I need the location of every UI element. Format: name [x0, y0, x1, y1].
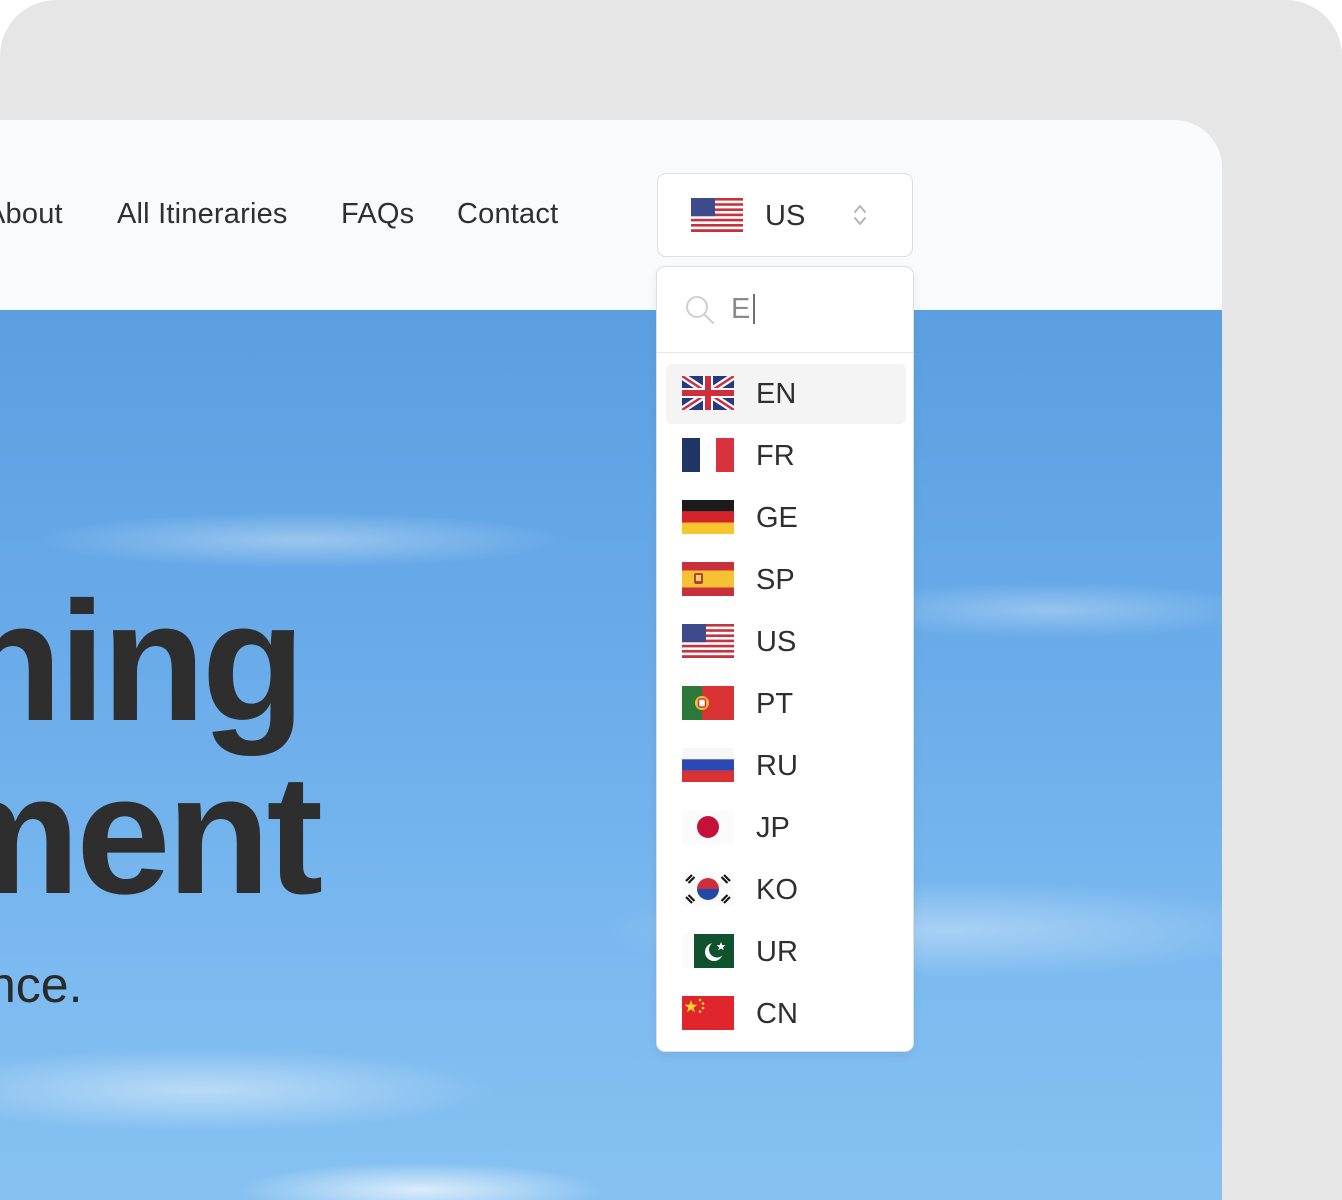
us-flag-icon — [682, 624, 734, 658]
nav-link-all-itineraries[interactable]: All Itineraries — [117, 198, 288, 231]
locale-option-label: FR — [756, 440, 795, 472]
nav-link-contact[interactable]: Contact — [457, 198, 558, 231]
pakistan-flag-icon — [682, 934, 734, 968]
locale-option-label: EN — [756, 378, 797, 410]
germany-flag-icon — [682, 500, 734, 534]
france-flag-icon — [682, 438, 734, 472]
us-flag-icon — [691, 198, 743, 232]
hero-subtitle: experience. — [0, 957, 83, 1013]
locale-option-label: PT — [756, 688, 794, 720]
locale-option-jp[interactable]: JP — [666, 798, 906, 858]
locale-option-label: RU — [756, 750, 798, 782]
uk-flag-icon — [682, 376, 734, 410]
china-flag-icon — [682, 996, 734, 1030]
locale-selector[interactable]: US — [657, 173, 913, 257]
locale-option-sp[interactable]: SP — [666, 550, 906, 610]
locale-option-label: CN — [756, 998, 798, 1030]
korea-flag-icon — [682, 872, 734, 906]
text-caret — [753, 294, 755, 324]
portugal-flag-icon — [682, 686, 734, 720]
locale-option-pt[interactable]: PT — [666, 674, 906, 734]
locale-option-label: US — [756, 626, 797, 658]
chevron-up-down-icon — [852, 201, 868, 229]
spain-flag-icon — [682, 562, 734, 596]
locale-search — [657, 267, 913, 353]
nav-link-about[interactable]: About — [0, 198, 63, 231]
site-header: About All Itineraries FAQs Contact US — [0, 120, 1222, 310]
locale-option-cn[interactable]: CN — [666, 984, 906, 1044]
selected-locale-code: US — [765, 200, 806, 232]
locale-option-label: UR — [756, 936, 798, 968]
locale-option-fr[interactable]: FR — [666, 426, 906, 486]
locale-option-label: KO — [756, 874, 798, 906]
hero-section: something moment experience. — [0, 310, 1222, 1200]
hero-headline-line1: something — [0, 567, 305, 757]
locale-option-label: JP — [756, 812, 790, 844]
device-frame: About All Itineraries FAQs Contact US so… — [0, 0, 1342, 1200]
hero-headline-line2: moment — [0, 740, 323, 930]
locale-option-en[interactable]: EN — [666, 364, 906, 424]
locale-option-ge[interactable]: GE — [666, 488, 906, 548]
russia-flag-icon — [682, 748, 734, 782]
locale-option-label: GE — [756, 502, 798, 534]
locale-option-ru[interactable]: RU — [666, 736, 906, 796]
japan-flag-icon — [682, 810, 734, 844]
locale-option-us[interactable]: US — [666, 612, 906, 672]
browser-window: About All Itineraries FAQs Contact US so… — [0, 120, 1222, 1200]
search-icon — [684, 294, 716, 326]
locale-option-ko[interactable]: KO — [666, 860, 906, 920]
locale-option-label: SP — [756, 564, 795, 596]
locale-option-ur[interactable]: UR — [666, 922, 906, 982]
nav-link-faqs[interactable]: FAQs — [341, 198, 414, 231]
locale-dropdown: EN FR GE — [656, 266, 914, 1052]
